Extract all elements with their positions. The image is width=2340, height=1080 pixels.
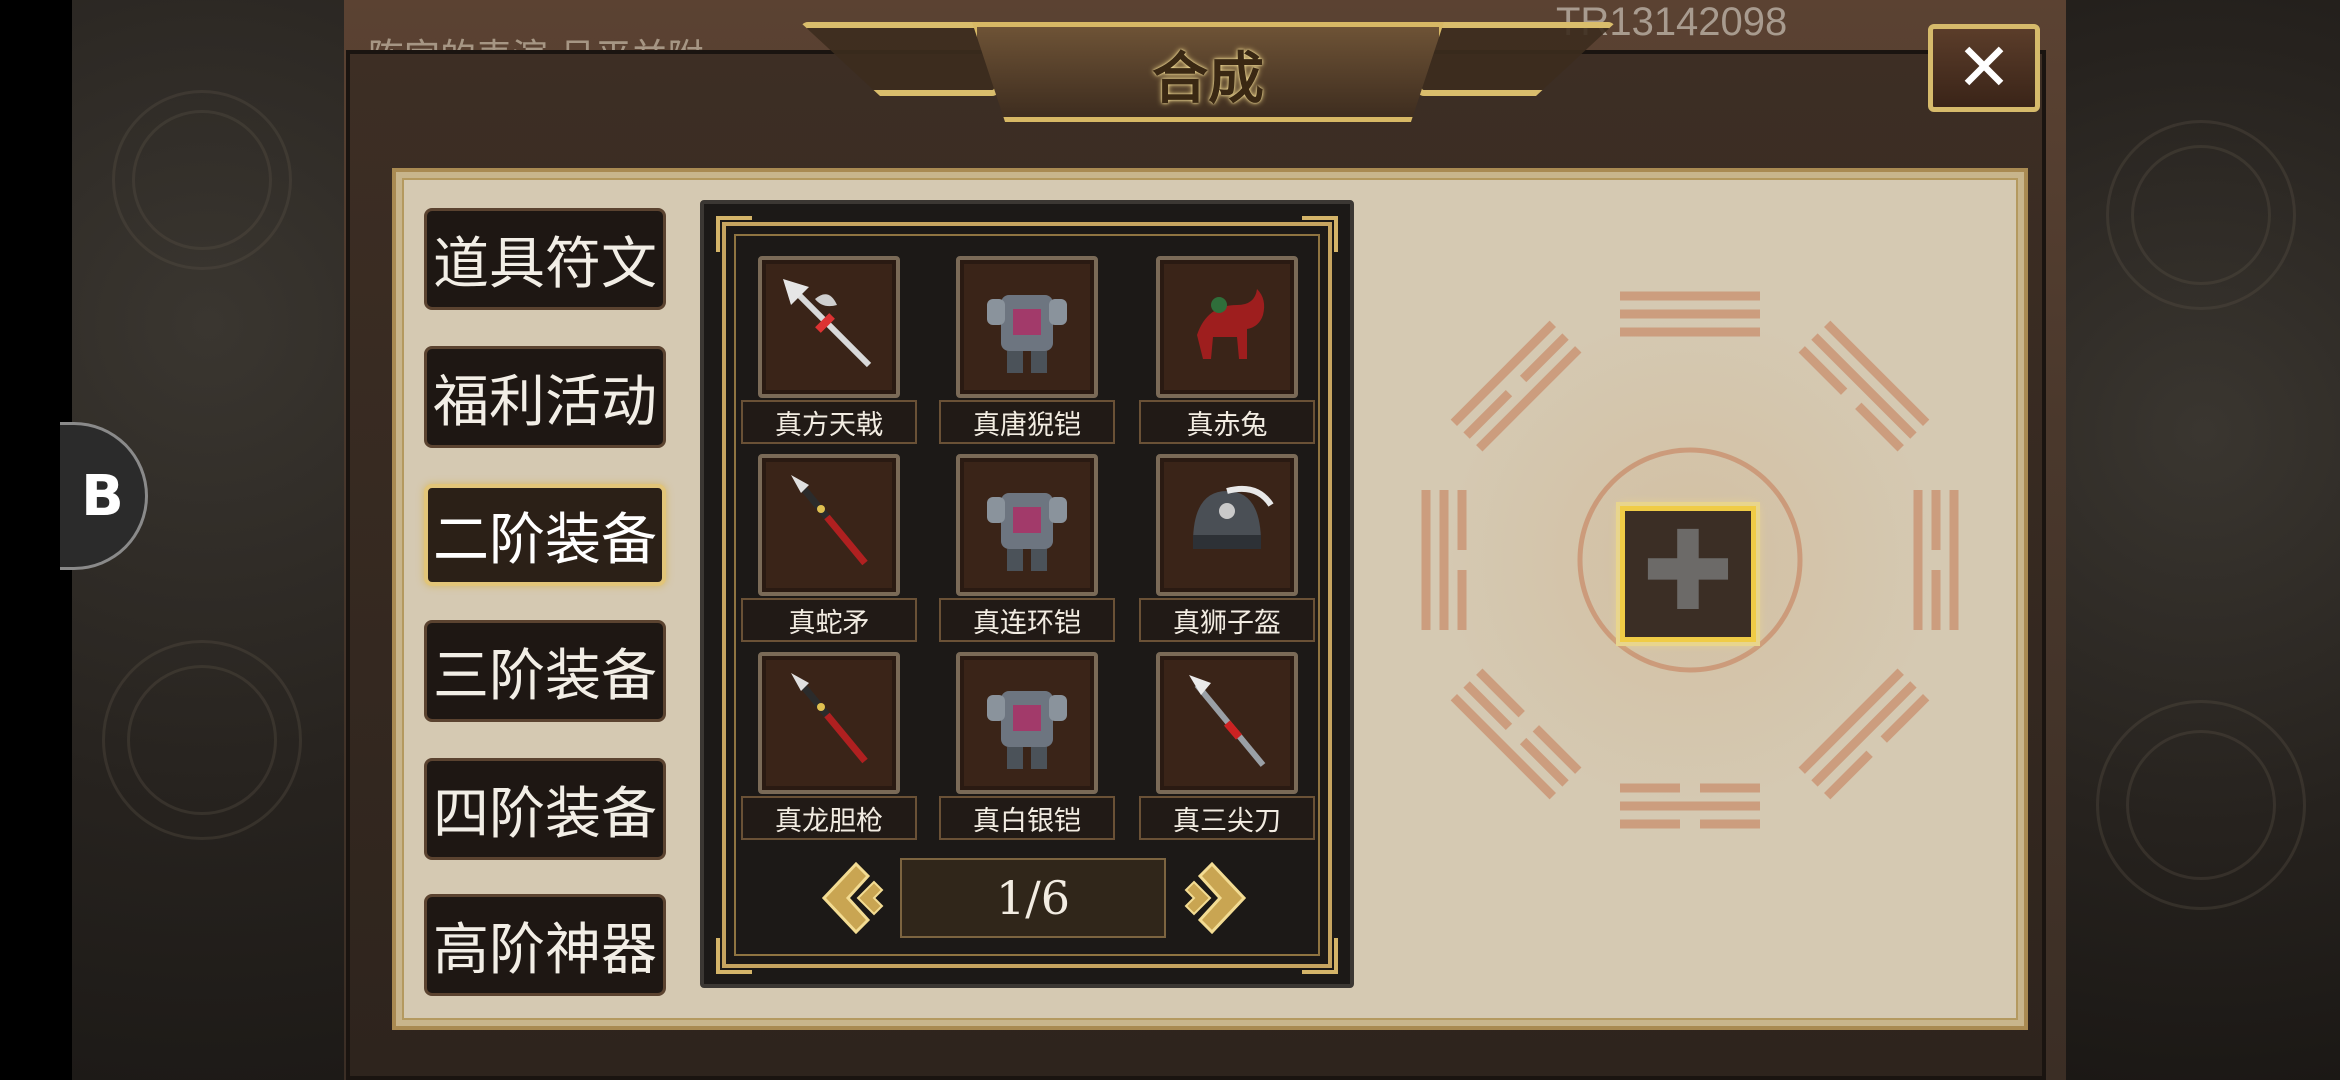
armor-icon <box>967 463 1087 587</box>
category-tab-tier3-equipment[interactable]: 三阶装备 <box>424 620 666 722</box>
plus-icon: ✚ <box>1641 507 1735 635</box>
helmet-icon <box>1167 463 1287 587</box>
close-button[interactable]: ✕ <box>1928 24 2040 112</box>
item-slot[interactable] <box>758 652 900 794</box>
next-page-arrow-icon[interactable] <box>1182 862 1246 934</box>
item-name-label: 真唐猊铠 <box>939 400 1115 444</box>
item-name-label: 真连环铠 <box>939 598 1115 642</box>
craft-add-slot[interactable]: ✚ <box>1620 506 1756 642</box>
item-slot[interactable] <box>758 454 900 596</box>
category-tab-welfare-events[interactable]: 福利活动 <box>424 346 666 448</box>
category-tab-items-runes[interactable]: 道具符文 <box>424 208 666 310</box>
halberd-icon <box>769 265 889 389</box>
item-name-label: 真白银铠 <box>939 796 1115 840</box>
close-icon: ✕ <box>1956 29 2012 106</box>
item-name-label: 真蛇矛 <box>741 598 917 642</box>
item-slot[interactable] <box>956 454 1098 596</box>
spear-icon <box>769 661 889 785</box>
item-slot[interactable] <box>956 652 1098 794</box>
category-tab-high-artifacts[interactable]: 高阶神器 <box>424 894 666 996</box>
item-slot[interactable] <box>1156 256 1298 398</box>
armor-icon <box>967 265 1087 389</box>
horse-icon <box>1167 265 1287 389</box>
prev-page-arrow-icon[interactable] <box>822 862 886 934</box>
armor-icon <box>967 661 1087 785</box>
item-name-label: 真赤兔 <box>1139 400 1315 444</box>
item-name-label: 真三尖刀 <box>1139 796 1315 840</box>
spear-icon <box>769 463 889 587</box>
item-slot[interactable] <box>1156 652 1298 794</box>
page-indicator: 1/6 <box>900 858 1166 938</box>
glaive-icon <box>1167 661 1287 785</box>
window-title: 合成 <box>1152 47 1264 112</box>
item-name-label: 真方天戟 <box>741 400 917 444</box>
category-tab-tier4-equipment[interactable]: 四阶装备 <box>424 758 666 860</box>
item-name-label: 真龙胆枪 <box>741 796 917 840</box>
category-tab-tier2-equipment[interactable]: 二阶装备 <box>424 484 666 586</box>
item-slot[interactable] <box>956 256 1098 398</box>
item-name-label: 真狮子盔 <box>1139 598 1315 642</box>
title-plate: 合成 <box>800 12 1616 128</box>
background-right <box>2066 0 2340 1080</box>
item-slot[interactable] <box>1156 454 1298 596</box>
item-slot[interactable] <box>758 256 900 398</box>
assistant-logo-icon: B <box>81 463 124 529</box>
